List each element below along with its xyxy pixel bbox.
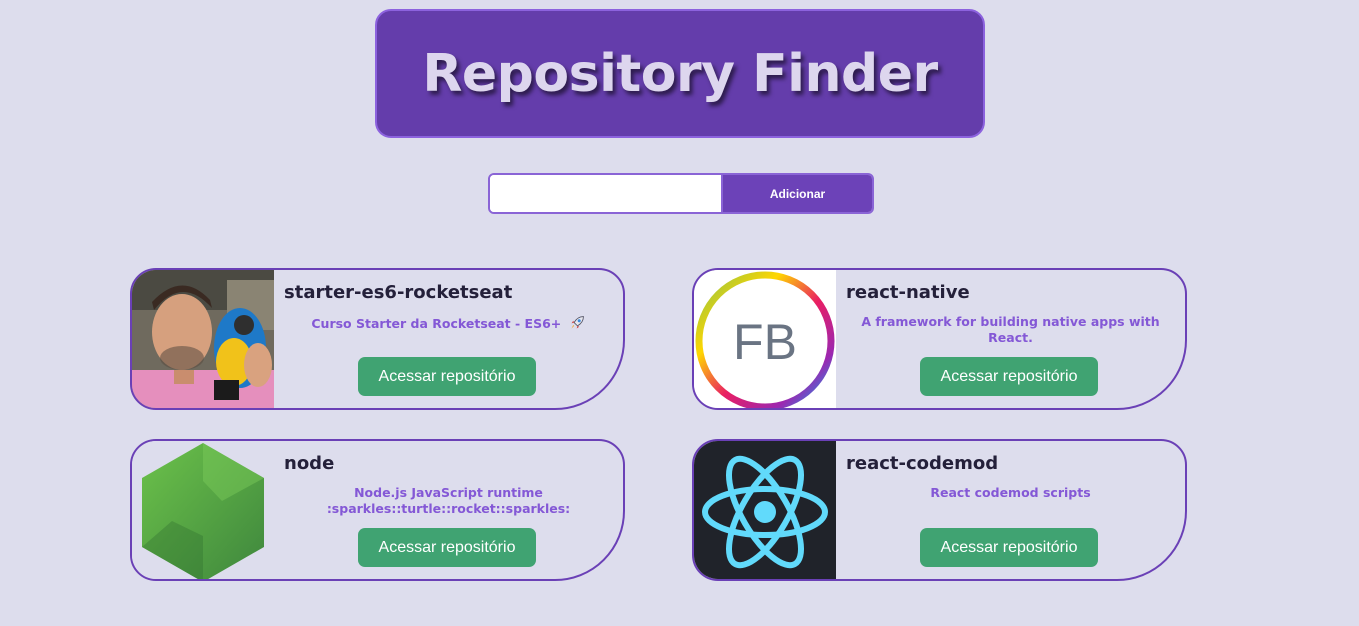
header-banner: Repository Finder — [375, 9, 985, 138]
add-button[interactable]: Adicionar — [723, 175, 872, 212]
description-text: A framework for building native apps wit… — [861, 314, 1160, 345]
description-line: Node.js JavaScript runtime — [354, 485, 543, 500]
avatar: FB — [694, 270, 836, 408]
avatar — [132, 441, 274, 579]
search-form: Adicionar — [488, 173, 874, 214]
repository-name: node — [284, 453, 335, 474]
repository-input[interactable] — [490, 175, 723, 212]
facebook-logo-text: FB — [733, 314, 797, 370]
access-repository-button[interactable]: Acessar repositório — [358, 357, 536, 396]
repository-card: node Node.js JavaScript runtime :sparkle… — [130, 439, 625, 581]
repository-description: A framework for building native apps wit… — [844, 314, 1177, 346]
description-text: Curso Starter da Rocketseat - ES6+ — [311, 316, 562, 331]
repository-description: Curso Starter da Rocketseat - ES6+ — [282, 314, 615, 332]
access-repository-button[interactable]: Acessar repositório — [920, 357, 1098, 396]
description-text: React codemod scripts — [930, 485, 1091, 500]
repository-name: react-codemod — [846, 453, 999, 474]
repository-description: React codemod scripts — [844, 485, 1177, 501]
page: Repository Finder Adicionar starter-es6-… — [0, 0, 1359, 626]
repository-name: starter-es6-rocketseat — [284, 282, 513, 303]
access-repository-button[interactable]: Acessar repositório — [920, 528, 1098, 567]
repository-description: Node.js JavaScript runtime :sparkles::tu… — [282, 485, 615, 517]
avatar — [694, 441, 836, 579]
repository-card: starter-es6-rocketseat Curso Starter da … — [130, 268, 625, 410]
repository-card: FB react-native A framework for building… — [692, 268, 1187, 410]
description-line: :sparkles::turtle::rocket::sparkles: — [326, 501, 571, 516]
repository-card: react-codemod React codemod scripts Aces… — [692, 439, 1187, 581]
access-repository-button[interactable]: Acessar repositório — [358, 528, 536, 567]
avatar — [132, 270, 274, 408]
page-title: Repository Finder — [422, 43, 938, 104]
rocket-icon — [571, 316, 584, 329]
repository-name: react-native — [846, 282, 970, 303]
